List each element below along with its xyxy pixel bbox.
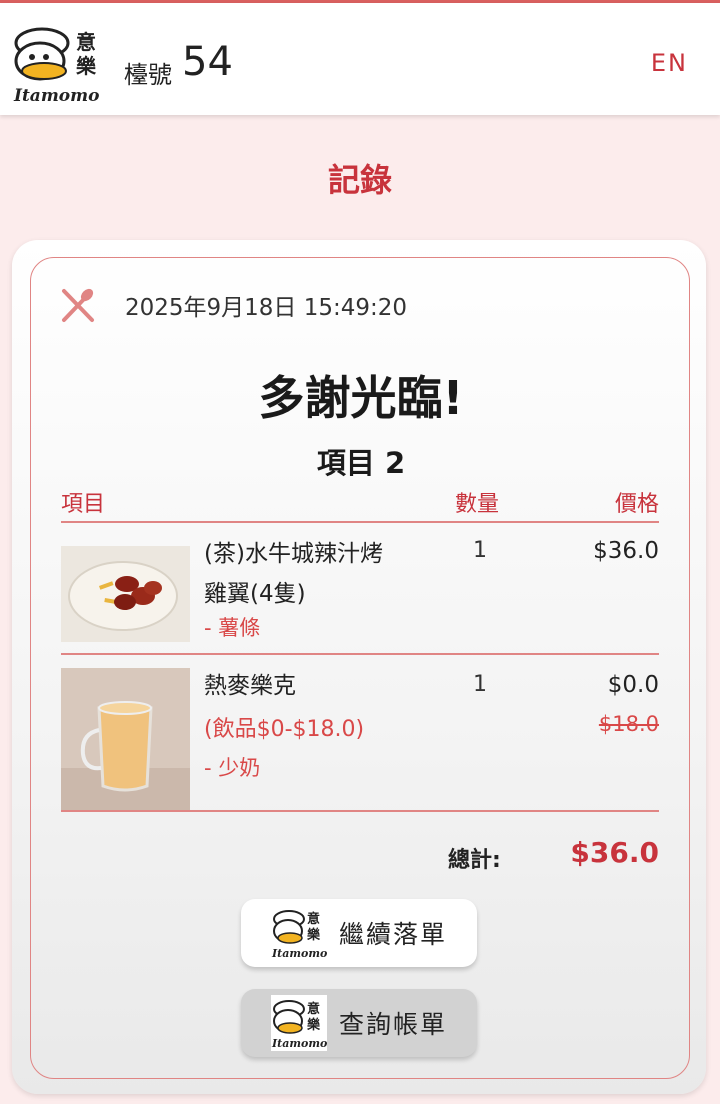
item-name: (茶)水牛城辣汁烤 雞翼(4隻) [204, 541, 383, 607]
header-divider [61, 521, 659, 523]
order-record-card: 2025年9月18日 15:49:20 多謝光臨! 項目 2 項目 數量 價格 [12, 240, 706, 1094]
receipt-panel: 2025年9月18日 15:49:20 多謝光臨! 項目 2 項目 數量 價格 [30, 257, 690, 1079]
item-quantity: 1 [473, 672, 487, 697]
svg-text:意: 意 [307, 1001, 320, 1017]
order-timestamp: 2025年9月18日 15:49:20 [125, 295, 408, 321]
thank-you-heading: 多謝光臨! [258, 371, 464, 425]
svg-text:意: 意 [307, 911, 320, 927]
svg-text:Itamomo: Itamomo [271, 1037, 327, 1050]
item-option: - 薯條 [204, 616, 261, 640]
table-label: 檯號 [124, 61, 172, 89]
app-header: 意 樂 Itamomo 檯號 54 EN [0, 3, 720, 115]
continue-order-button[interactable]: 意 樂 Itamomo 繼續落單 [241, 899, 477, 967]
page-title: 記錄 [327, 161, 392, 199]
language-toggle[interactable]: EN [651, 49, 688, 77]
itamomo-logo-icon: 意 樂 Itamomo [271, 905, 327, 961]
table-number: 54 [182, 39, 233, 85]
check-bill-button[interactable]: 意 樂 Itamomo 查詢帳單 [241, 989, 477, 1057]
column-header-item: 項目 [61, 492, 106, 517]
total-label: 總計: [448, 848, 501, 873]
order-item-row: 熱麥樂克 (飲品$0-$18.0) - 少奶 1 $0.0 $18.0 [61, 668, 659, 810]
check-bill-label: 查詢帳單 [339, 1010, 448, 1039]
svg-text:Itamomo: Itamomo [271, 947, 327, 960]
chicken-wings-image [61, 546, 190, 642]
item-price: $36.0 [593, 538, 659, 564]
itamomo-logo[interactable]: 意 樂 Itamomo [12, 21, 110, 105]
item-option: - 少奶 [204, 756, 261, 780]
svg-text:Itamomo: Itamomo [13, 86, 99, 105]
column-header-qty: 數量 [455, 492, 500, 517]
total-value: $36.0 [570, 836, 659, 869]
item-quantity: 1 [473, 538, 487, 563]
item-name: 熱麥樂克 [204, 673, 296, 699]
item-original-price: $18.0 [598, 712, 659, 736]
item-price: $0.0 [607, 672, 659, 698]
column-header-price: 價格 [614, 492, 659, 517]
hot-malted-milk-image [61, 668, 190, 810]
svg-text:樂: 樂 [76, 54, 97, 78]
itamomo-logo-icon: 意 樂 Itamomo [271, 995, 327, 1051]
order-item-row: (茶)水牛城辣汁烤 雞翼(4隻) - 薯條 1 $36.0 [61, 536, 659, 654]
continue-order-label: 繼續落單 [339, 920, 448, 949]
svg-text:樂: 樂 [307, 927, 321, 943]
item-price-note: (飲品$0-$18.0) [204, 717, 365, 742]
svg-text:樂: 樂 [307, 1017, 321, 1033]
utensils-icon [59, 286, 97, 324]
items-count: 項目 2 [316, 446, 406, 480]
row-divider [61, 810, 659, 812]
svg-text:意: 意 [76, 30, 96, 54]
row-divider [61, 653, 659, 655]
